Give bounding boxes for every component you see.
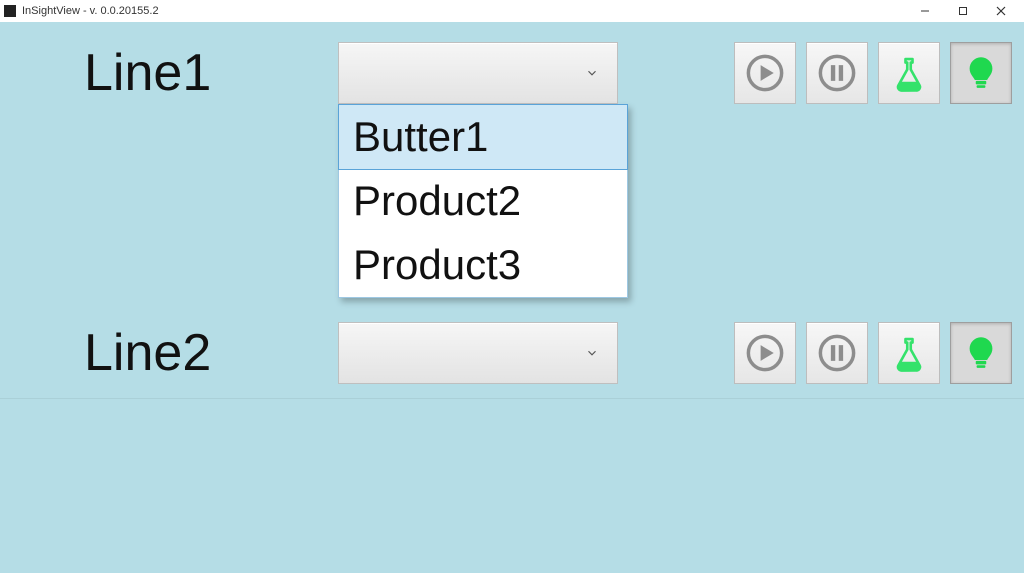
line-2-label: Line2: [84, 323, 211, 383]
maximize-button[interactable]: [944, 0, 982, 22]
flask-icon: [888, 332, 930, 374]
app-icon: [4, 5, 16, 17]
pause-icon: [816, 332, 858, 374]
pause-icon: [816, 52, 858, 94]
row-divider: [0, 398, 1024, 399]
dropdown-option-2[interactable]: Product3: [339, 233, 627, 297]
minimize-button[interactable]: [906, 0, 944, 22]
bulb-icon: [960, 332, 1002, 374]
chevron-down-icon: [585, 66, 599, 80]
line-1-buttons: [734, 42, 1012, 104]
bulb-icon: [960, 52, 1002, 94]
line-2-flask-button[interactable]: [878, 322, 940, 384]
dropdown-option-0[interactable]: Butter1: [338, 104, 628, 170]
content-area: Line1 Butter1 Product2 Product3 Line: [0, 22, 1024, 573]
titlebar: InSightView - v. 0.0.20155.2: [0, 0, 1024, 22]
chevron-down-icon: [585, 346, 599, 360]
line-1-product-dropdown[interactable]: Butter1 Product2 Product3: [338, 104, 628, 298]
line-row-2: Line2: [0, 310, 1024, 396]
line-2-pause-button[interactable]: [806, 322, 868, 384]
play-icon: [744, 332, 786, 374]
window-title: InSightView - v. 0.0.20155.2: [22, 5, 159, 17]
line-2-bulb-button[interactable]: [950, 322, 1012, 384]
line-1-play-button[interactable]: [734, 42, 796, 104]
line-2-play-button[interactable]: [734, 322, 796, 384]
dropdown-option-1[interactable]: Product2: [339, 169, 627, 233]
line-2-buttons: [734, 322, 1012, 384]
flask-icon: [888, 52, 930, 94]
line-1-label: Line1: [84, 43, 211, 103]
line-1-product-combo[interactable]: [338, 42, 618, 104]
play-icon: [744, 52, 786, 94]
line-1-pause-button[interactable]: [806, 42, 868, 104]
line-2-product-combo[interactable]: [338, 322, 618, 384]
line-1-flask-button[interactable]: [878, 42, 940, 104]
line-1-bulb-button[interactable]: [950, 42, 1012, 104]
close-button[interactable]: [982, 0, 1020, 22]
